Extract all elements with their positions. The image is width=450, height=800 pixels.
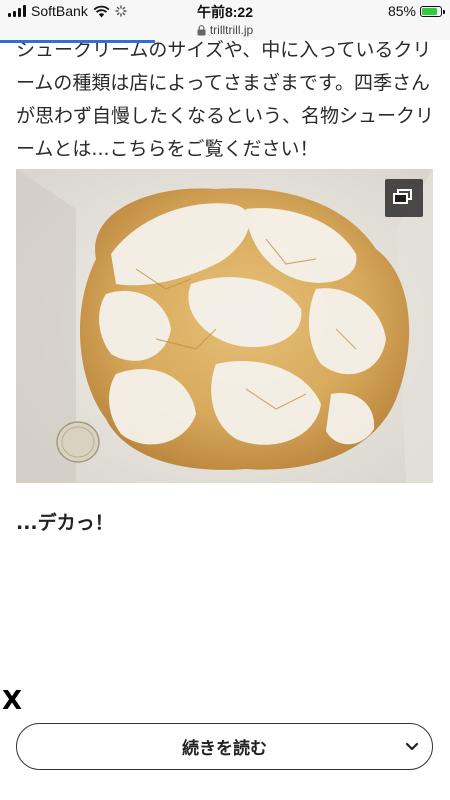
status-right: 85% bbox=[387, 3, 445, 19]
gallery-button[interactable] bbox=[385, 179, 423, 217]
read-more-button[interactable]: 続きを読む bbox=[16, 723, 433, 770]
battery-fill bbox=[422, 7, 438, 15]
page-load-progress bbox=[0, 40, 155, 43]
lock-icon bbox=[197, 24, 206, 35]
cream-puff-image bbox=[16, 169, 433, 483]
page: シュークリームのサイズや、中に入っているクリ ームの種類は店によってさまざまです… bbox=[0, 0, 450, 800]
address-bar[interactable]: trilltrill.jp bbox=[0, 23, 450, 37]
url-text: trilltrill.jp bbox=[209, 23, 254, 37]
article-paragraph: シュークリームのサイズや、中に入っているクリ ームの種類は店によってさまざまです… bbox=[16, 34, 436, 166]
status-bar: SoftBank 午前8:22 trilltrill.jp 85% bbox=[0, 0, 450, 40]
article-line: ームとは...こちらをご覧ください！ bbox=[16, 138, 319, 160]
article-photo[interactable] bbox=[16, 169, 433, 483]
gallery-icon-front bbox=[393, 193, 408, 204]
status-center: 午前8:22 trilltrill.jp bbox=[0, 2, 450, 37]
battery-percent: 85% bbox=[387, 3, 416, 19]
chevron-down-icon bbox=[405, 742, 419, 751]
article-line: が思わず自慢したくなるという、名物シュークリ bbox=[16, 105, 435, 127]
close-button[interactable]: X bbox=[2, 686, 22, 716]
photo-caption: ...デカっ！ bbox=[16, 512, 114, 534]
clock: 午前8:22 bbox=[196, 4, 254, 20]
battery-icon bbox=[420, 5, 445, 17]
read-more-label: 続きを読む bbox=[182, 739, 267, 759]
article-line: ームの種類は店によってさまざまです。四季さん bbox=[16, 72, 431, 94]
